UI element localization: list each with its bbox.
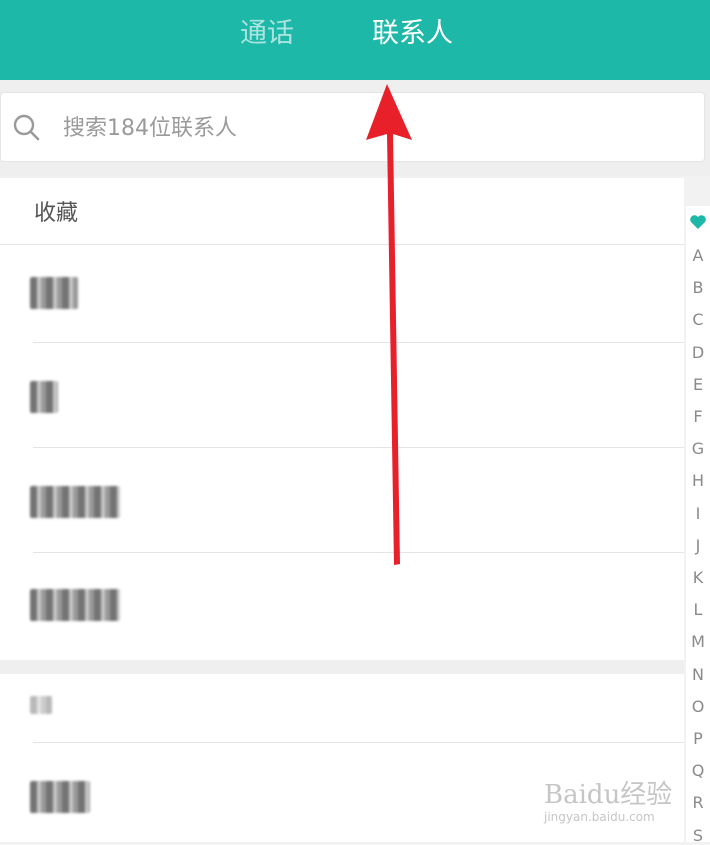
- index-letter[interactable]: E: [686, 375, 710, 394]
- index-letter[interactable]: M: [686, 632, 710, 651]
- search-bar[interactable]: [0, 92, 705, 162]
- index-letter[interactable]: O: [686, 697, 710, 716]
- search-area: [0, 80, 710, 176]
- favorites-header: 收藏: [0, 178, 684, 245]
- watermark-url: jingyan.baidu.com: [544, 810, 655, 824]
- contact-name: ▪▪▪: [30, 589, 120, 621]
- index-letter[interactable]: H: [686, 471, 710, 490]
- list-item[interactable]: ▪: [0, 343, 684, 448]
- section-gap: [0, 660, 684, 674]
- index-letter[interactable]: J: [686, 536, 710, 555]
- contact-name: ▪: [30, 381, 58, 413]
- index-letter[interactable]: L: [686, 600, 710, 619]
- list-item[interactable]: ▪: [0, 674, 684, 743]
- alphabet-index[interactable]: ABCDEFGHIJKLMNOPQRS: [686, 206, 710, 845]
- search-icon: [13, 114, 40, 141]
- tab-contacts[interactable]: 联系人: [372, 14, 453, 54]
- index-letter[interactable]: I: [686, 504, 710, 523]
- list-item[interactable]: ▪▪▪▪: [0, 448, 684, 553]
- list-item[interactable]: ▪▪▪: [0, 245, 684, 343]
- index-letter[interactable]: G: [686, 439, 710, 458]
- red-arrow-annotation: [366, 84, 412, 565]
- watermark-brand: Baidu经验: [544, 780, 673, 810]
- index-letter[interactable]: B: [686, 278, 710, 297]
- favorites-section: 收藏 ▪▪▪ ▪ ▪▪▪▪ ▪▪▪: [0, 178, 684, 660]
- index-letter[interactable]: A: [686, 246, 710, 265]
- index-letter[interactable]: D: [686, 343, 710, 362]
- tab-calls[interactable]: 通话: [240, 14, 294, 54]
- contact-name: ▪▪▪▪: [30, 486, 120, 518]
- favorites-heart-icon[interactable]: [689, 214, 707, 230]
- contact-name: ▪▪: [30, 781, 90, 813]
- top-tab-bar: 通话 联系人: [0, 0, 710, 80]
- index-letter[interactable]: K: [686, 568, 710, 587]
- favorites-title: 收藏: [34, 201, 79, 226]
- contact-name: ▪: [30, 696, 52, 714]
- list-item[interactable]: ▪▪▪: [0, 553, 684, 660]
- index-letter[interactable]: P: [686, 729, 710, 748]
- index-letter[interactable]: N: [686, 665, 710, 684]
- index-letter[interactable]: F: [686, 407, 710, 426]
- watermark: Baidu经验 jingyan.baidu.com: [544, 766, 704, 830]
- index-letter[interactable]: C: [686, 310, 710, 329]
- contact-name: ▪▪▪: [30, 277, 78, 309]
